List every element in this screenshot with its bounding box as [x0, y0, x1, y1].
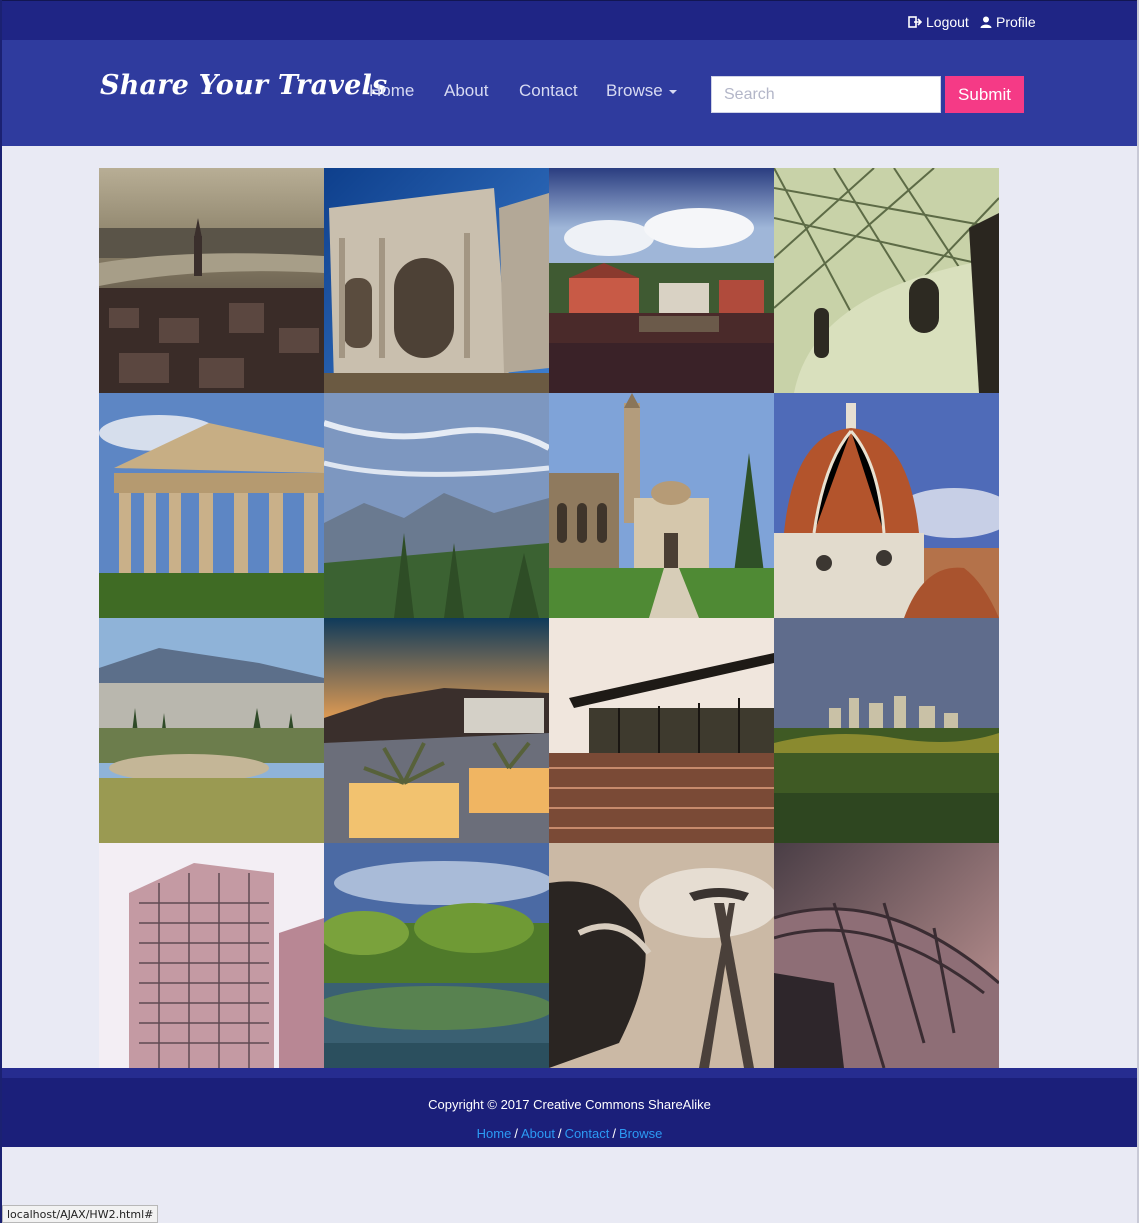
- greek-temple-photo[interactable]: [99, 393, 324, 618]
- terrace-plants-dusk-photo[interactable]: [324, 618, 549, 843]
- footer: Copyright © 2017 Creative Commons ShareA…: [2, 1068, 1137, 1147]
- logout-icon: [908, 16, 922, 28]
- page: Logout Profile Share Your Travels Home A…: [0, 0, 1139, 1223]
- copyright-text: Copyright © 2017 Creative Commons ShareA…: [428, 1097, 711, 1112]
- caret-down-icon: [668, 90, 677, 94]
- city-river-aerial-photo[interactable]: [99, 168, 324, 393]
- photo-gallery: [99, 168, 999, 1068]
- nav-contact[interactable]: Contact: [519, 81, 578, 101]
- footer-links: Home / About / Contact / Browse: [2, 1126, 1137, 1141]
- glass-pavilion-photo[interactable]: [549, 618, 774, 843]
- nav-about[interactable]: About: [444, 81, 488, 101]
- logout-label: Logout: [926, 14, 969, 30]
- browser-status-url: localhost/AJAX/HW2.html#: [2, 1205, 159, 1223]
- nav-browse-dropdown[interactable]: Browse: [606, 81, 677, 101]
- footer-link-about[interactable]: About: [521, 1126, 555, 1141]
- user-icon: [980, 16, 992, 28]
- logout-link[interactable]: Logout: [908, 14, 969, 30]
- footer-link-browse[interactable]: Browse: [619, 1126, 662, 1141]
- museum-dome-lattice-photo[interactable]: [774, 168, 999, 393]
- mountain-valley-photo[interactable]: [324, 393, 549, 618]
- profile-label: Profile: [996, 14, 1036, 30]
- space-needle-photo[interactable]: [549, 843, 774, 1068]
- nav-home[interactable]: Home: [369, 81, 414, 101]
- top-utility-bar: Logout Profile: [2, 0, 1137, 40]
- submit-button[interactable]: Submit: [945, 76, 1024, 113]
- site-brand[interactable]: Share Your Travels: [100, 70, 387, 101]
- ancient-theater-city-photo[interactable]: [99, 618, 324, 843]
- footer-link-contact[interactable]: Contact: [565, 1126, 610, 1141]
- church-courtyard-photo[interactable]: [549, 393, 774, 618]
- search-input[interactable]: [711, 76, 941, 113]
- footer-separator: /: [514, 1126, 518, 1141]
- cathedral-dome-photo[interactable]: [774, 393, 999, 618]
- nav-browse-label: Browse: [606, 81, 663, 100]
- footer-link-home[interactable]: Home: [477, 1126, 512, 1141]
- footer-separator: /: [557, 1126, 562, 1141]
- curved-roof-structure-photo[interactable]: [774, 843, 999, 1068]
- skyline-trees-photo[interactable]: [774, 618, 999, 843]
- profile-link[interactable]: Profile: [980, 14, 1036, 30]
- roman-triumphal-arch-photo[interactable]: [324, 168, 549, 393]
- lake-park-photo[interactable]: [324, 843, 549, 1068]
- glass-tower-photo[interactable]: [99, 843, 324, 1068]
- harbor-red-houses-photo[interactable]: [549, 168, 774, 393]
- main-header: Share Your Travels Home About Contact Br…: [2, 40, 1137, 146]
- footer-separator: /: [612, 1126, 616, 1141]
